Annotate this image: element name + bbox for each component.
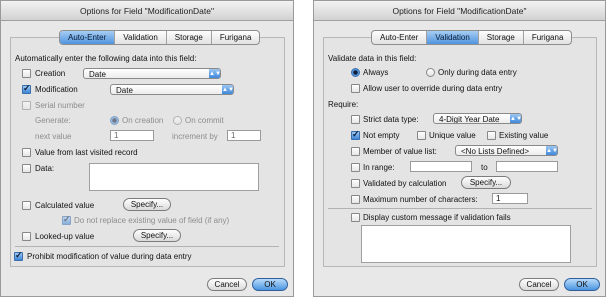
modification-select-value: Date [116,86,133,95]
tab-auto-enter[interactable]: Auto-Enter [60,31,116,44]
increment-field[interactable]: 1 [227,130,261,141]
tab-storage[interactable]: Storage [167,31,212,44]
creation-select-value: Date [89,70,106,79]
modification-checkbox[interactable] [22,83,31,94]
looked-up-checkbox[interactable] [22,232,31,241]
data-textarea[interactable] [89,163,259,191]
strict-type-label: Strict data type: [363,115,419,124]
next-value-label: next value [35,132,72,141]
next-value-field[interactable]: 1 [110,130,154,141]
last-visited-checkbox[interactable] [22,148,31,157]
custom-message-label: Display custom message if validation fai… [363,213,511,222]
in-range-label: In range: [363,163,395,172]
cancel-button[interactable]: Cancel [207,278,247,291]
member-list-checkbox[interactable] [351,147,360,156]
strict-type-value: 4-Digit Year Date [439,115,500,124]
not-empty-checkbox[interactable] [351,129,360,140]
allow-override-checkbox[interactable] [351,84,360,93]
always-label: Always [363,68,389,77]
calculated-value-label: Calculated value [35,201,95,210]
select-arrows-icon: ▲▼ [546,146,558,155]
prohibit-label: Prohibit modification of value during da… [27,252,192,261]
no-replace-label: Do not replace existing value of field (… [74,216,230,225]
data-checkbox[interactable] [22,164,31,173]
tab-furigana[interactable]: Furigana [524,31,572,44]
creation-select[interactable]: Date ▲▼ [83,68,221,79]
always-radio[interactable] [351,68,360,77]
select-arrows-icon: ▲▼ [222,85,234,94]
on-commit-label: On commit [185,116,224,125]
separator [328,208,592,209]
existing-value-checkbox[interactable] [487,131,496,140]
no-replace-checkbox[interactable] [62,214,71,225]
in-range-checkbox[interactable] [351,163,360,172]
prohibit-checkbox[interactable] [14,250,23,261]
calc-specify-button[interactable]: Specify... [461,176,511,189]
unique-value-label: Unique value [429,131,476,140]
tab-storage[interactable]: Storage [479,31,524,44]
range-to-field[interactable] [496,161,558,172]
allow-override-label: Allow user to override during data entry [363,84,503,93]
strict-type-checkbox[interactable] [351,115,360,124]
increment-label: increment by [172,132,218,141]
on-creation-radio[interactable] [110,116,119,125]
range-from-field[interactable] [410,161,472,172]
validation-dialog: Options for Field "ModificationDate" Aut… [313,0,606,297]
tab-validation[interactable]: Validation [427,31,479,44]
only-during-entry-radio[interactable] [426,68,435,77]
unique-value-checkbox[interactable] [417,131,426,140]
tab-bar: Auto-Enter Validation Storage Furigana [371,30,573,45]
on-commit-radio[interactable] [173,116,182,125]
auto-enter-dialog: Options for Field "ModificationDate" Aut… [0,0,294,297]
dialog-title: Options for Field "ModificationDate" [1,1,293,21]
value-list-select[interactable]: <No Lists Defined> ▲▼ [455,145,558,156]
max-chars-checkbox[interactable] [351,195,360,204]
creation-label: Creation [35,69,66,78]
select-arrows-icon: ▲▼ [510,114,522,123]
calculated-specify-button[interactable]: Specify... [123,198,171,211]
ok-button[interactable]: OK [564,278,600,291]
custom-message-textarea[interactable] [361,225,571,263]
max-chars-field[interactable]: 1 [492,193,528,204]
tab-bar: Auto-Enter Validation Storage Furigana [59,30,261,45]
calculated-value-checkbox[interactable] [22,201,31,210]
serial-number-label: Serial number [35,101,85,110]
cancel-button[interactable]: Cancel [519,278,559,291]
generate-label: Generate: [35,116,71,125]
looked-up-specify-button[interactable]: Specify... [133,229,181,242]
tab-auto-enter[interactable]: Auto-Enter [372,31,428,44]
looked-up-label: Looked-up value [35,232,95,241]
serial-number-checkbox[interactable] [22,101,31,110]
modification-select[interactable]: Date ▲▼ [110,84,234,95]
select-arrows-icon: ▲▼ [209,69,221,78]
require-label: Require: [328,100,359,109]
member-list-label: Member of value list: [363,147,437,156]
on-creation-label: On creation [122,116,164,125]
validated-by-calc-label: Validated by calculation [363,179,447,188]
last-visited-label: Value from last visited record [35,148,138,157]
tab-furigana[interactable]: Furigana [212,31,260,44]
creation-checkbox[interactable] [22,69,31,78]
not-empty-label: Not empty [363,131,400,140]
validated-by-calc-checkbox[interactable] [351,179,360,188]
validate-label: Validate data in this field: [328,54,417,63]
existing-value-label: Existing value [499,131,549,140]
value-list-value: <No Lists Defined> [461,147,530,156]
intro-label: Automatically enter the following data i… [15,54,197,63]
max-chars-label: Maximum number of characters: [363,195,478,204]
separator [15,246,279,247]
tab-validation[interactable]: Validation [115,31,167,44]
custom-message-checkbox[interactable] [351,213,360,222]
only-during-entry-label: Only during data entry [438,68,517,77]
strict-type-select[interactable]: 4-Digit Year Date ▲▼ [433,113,522,124]
modification-label: Modification [35,85,78,94]
ok-button[interactable]: OK [252,278,288,291]
data-label: Data: [35,164,55,173]
dialog-title: Options for Field "ModificationDate" [314,1,605,21]
range-to-label: to [481,163,488,172]
